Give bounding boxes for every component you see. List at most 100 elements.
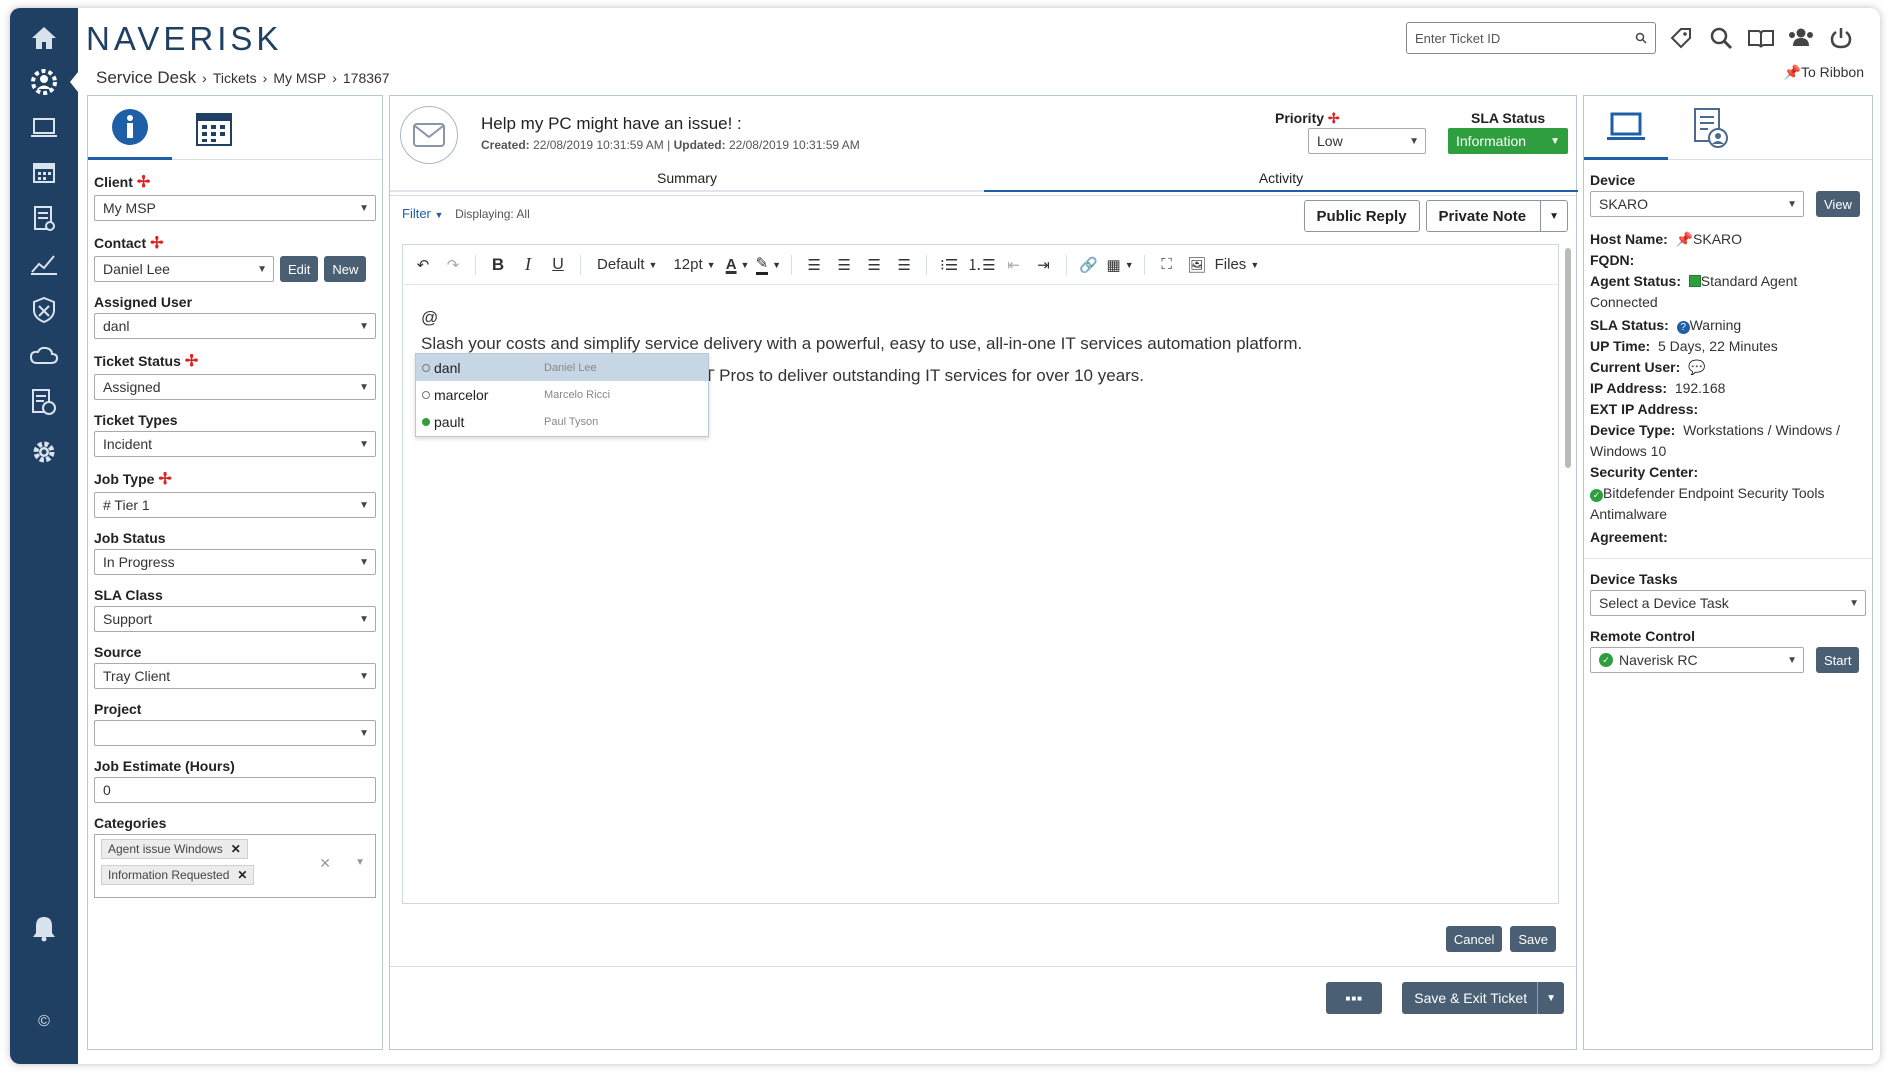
tab-summary[interactable]: Summary	[390, 162, 984, 192]
security-icon[interactable]	[10, 286, 78, 334]
mention-option[interactable]: danl Daniel Lee	[416, 354, 708, 381]
align-left-icon[interactable]: ☰	[802, 253, 826, 277]
ticket-types-select[interactable]: Incident ▼	[94, 431, 376, 457]
categories-multiselect[interactable]: Agent issue Windows ✕ Information Request…	[94, 834, 376, 898]
chevron-down-icon[interactable]: ▼	[355, 857, 365, 868]
job-type-select[interactable]: # Tier 1 ▼	[94, 492, 376, 518]
mention-option[interactable]: pault Paul Tyson	[416, 408, 708, 435]
to-ribbon-link[interactable]: 📌To Ribbon	[1784, 64, 1864, 81]
mention-option[interactable]: marcelor Marcelo Ricci	[416, 381, 708, 408]
view-device-button[interactable]: View	[1816, 191, 1860, 217]
home-icon[interactable]	[10, 14, 78, 62]
knowledge-base-icon[interactable]	[1746, 23, 1776, 53]
reply-editor[interactable]: ↶ ↷ B I U Default ▼ 12pt ▼ A ▼ ✎ ▼ ☰ ☰ ☰ ☰ ⁝…	[402, 244, 1559, 904]
font-size-dropdown[interactable]: 12pt ▼	[669, 253, 719, 277]
italic-icon[interactable]: I	[516, 253, 540, 277]
tab-contact-docs[interactable]	[1668, 96, 1752, 160]
remote-control-select[interactable]: ✓ Naverisk RC ▼	[1590, 647, 1804, 673]
highlight-icon[interactable]: ✎ ▼	[755, 253, 781, 277]
public-reply-button[interactable]: Public Reply	[1303, 200, 1420, 232]
image-icon[interactable]: 🖼	[1185, 253, 1209, 277]
project-select[interactable]: ▼	[94, 720, 376, 746]
align-center-icon[interactable]: ☰	[832, 253, 856, 277]
ticket-status-select[interactable]: Assigned ▼	[94, 374, 376, 400]
service-desk-icon[interactable]	[10, 58, 78, 106]
fullscreen-icon[interactable]: ⛶	[1155, 253, 1179, 277]
tab-activity[interactable]: Activity	[984, 162, 1578, 192]
indent-icon[interactable]: ⇥	[1032, 253, 1056, 277]
sla-status-select[interactable]: Information ▼	[1448, 128, 1568, 154]
users-icon[interactable]	[1786, 23, 1816, 53]
table-icon[interactable]: ▦ ▼	[1107, 253, 1134, 277]
start-remote-control-button[interactable]: Start	[1816, 647, 1860, 673]
breadcrumb-service-desk[interactable]: Service Desk	[96, 68, 196, 88]
more-actions-button[interactable]: ■■■	[1326, 982, 1383, 1014]
breadcrumb-separator: ›	[202, 70, 207, 86]
logo: NAVERISK	[86, 20, 283, 57]
documents-icon[interactable]	[10, 378, 78, 426]
breadcrumb-client[interactable]: My MSP	[273, 70, 326, 86]
source-select[interactable]: Tray Client ▼	[94, 663, 376, 689]
agent-status-row: Agent Status: Standard Agent Connected	[1590, 273, 1798, 310]
remove-tag-icon[interactable]: ✕	[237, 868, 247, 882]
chevron-down-icon[interactable]: ▼	[1537, 982, 1564, 1014]
tag-icon[interactable]	[1666, 23, 1696, 53]
sla-class-select[interactable]: Support ▼	[94, 606, 376, 632]
chevron-down-icon[interactable]: ▼	[1540, 201, 1567, 231]
edit-contact-button[interactable]: Edit	[280, 256, 319, 282]
chevron-down-icon: ▼	[1409, 135, 1419, 147]
bullet-list-icon[interactable]: ⁝☰	[937, 253, 961, 277]
user-chat-icon[interactable]: 💬	[1688, 359, 1705, 375]
assigned-user-select[interactable]: danl ▼	[94, 313, 376, 339]
text-color-icon[interactable]: A ▼	[726, 253, 750, 277]
devices-icon[interactable]	[10, 104, 78, 152]
job-status-select[interactable]: In Progress ▼	[94, 549, 376, 575]
underline-icon[interactable]: U	[546, 253, 570, 277]
redo-icon[interactable]: ↷	[441, 253, 465, 277]
align-justify-icon[interactable]: ☰	[892, 253, 916, 277]
tab-schedule[interactable]	[172, 96, 256, 160]
cloud-icon[interactable]	[10, 332, 78, 380]
reports-icon[interactable]	[10, 240, 78, 288]
filter-dropdown[interactable]: Filter ▼	[402, 206, 443, 221]
settings-icon[interactable]	[10, 428, 78, 476]
search-icon[interactable]	[1706, 23, 1736, 53]
cancel-button[interactable]: Cancel	[1445, 926, 1503, 952]
mention-trigger: @	[421, 308, 439, 327]
priority-select[interactable]: Low ▼	[1308, 128, 1426, 154]
priority-label: Priority ✢	[1275, 110, 1340, 126]
calendar-icon[interactable]	[10, 148, 78, 196]
tab-device[interactable]	[1584, 96, 1668, 160]
undo-icon[interactable]: ↶	[411, 253, 435, 277]
client-select[interactable]: My MSP ▼	[94, 195, 376, 221]
remove-tag-icon[interactable]: ✕	[231, 842, 241, 856]
mention-dropdown: danl Daniel Lee marcelor Marcelo Ricci pau…	[415, 353, 709, 437]
files-dropdown[interactable]: Files ▼	[1215, 253, 1260, 277]
tab-info[interactable]	[88, 96, 172, 160]
private-note-button[interactable]: Private Note ▼	[1425, 200, 1568, 232]
numbered-list-icon[interactable]: ⒈☰	[967, 253, 995, 277]
scrollbar[interactable]	[1564, 244, 1572, 904]
bold-icon[interactable]: B	[486, 253, 510, 277]
power-icon[interactable]	[1826, 23, 1856, 53]
device-select[interactable]: SKARO ▼	[1590, 191, 1804, 217]
chevron-down-icon: ▼	[1849, 597, 1859, 609]
copyright-icon[interactable]: ©	[10, 998, 78, 1046]
clear-icon[interactable]: ✕	[319, 855, 331, 872]
outdent-icon[interactable]: ⇤	[1002, 253, 1026, 277]
contact-select[interactable]: Daniel Lee ▼	[94, 256, 274, 282]
font-family-dropdown[interactable]: Default ▼	[591, 253, 663, 277]
save-exit-ticket-button[interactable]: Save & Exit Ticket ▼	[1402, 982, 1564, 1014]
notifications-icon[interactable]	[10, 904, 78, 952]
ticket-search-input[interactable]: Enter Ticket ID	[1406, 22, 1656, 54]
job-estimate-input[interactable]: 0	[94, 777, 376, 803]
new-contact-button[interactable]: New	[324, 256, 367, 282]
link-icon[interactable]: 🔗	[1077, 253, 1101, 277]
tasks-icon[interactable]	[10, 194, 78, 242]
search-icon	[1635, 32, 1647, 44]
device-row: SKARO ▼ View	[1584, 191, 1866, 217]
breadcrumb-tickets[interactable]: Tickets	[213, 70, 257, 86]
align-right-icon[interactable]: ☰	[862, 253, 886, 277]
device-task-select[interactable]: Select a Device Task ▼	[1590, 590, 1866, 616]
save-button[interactable]: Save	[1510, 926, 1556, 952]
